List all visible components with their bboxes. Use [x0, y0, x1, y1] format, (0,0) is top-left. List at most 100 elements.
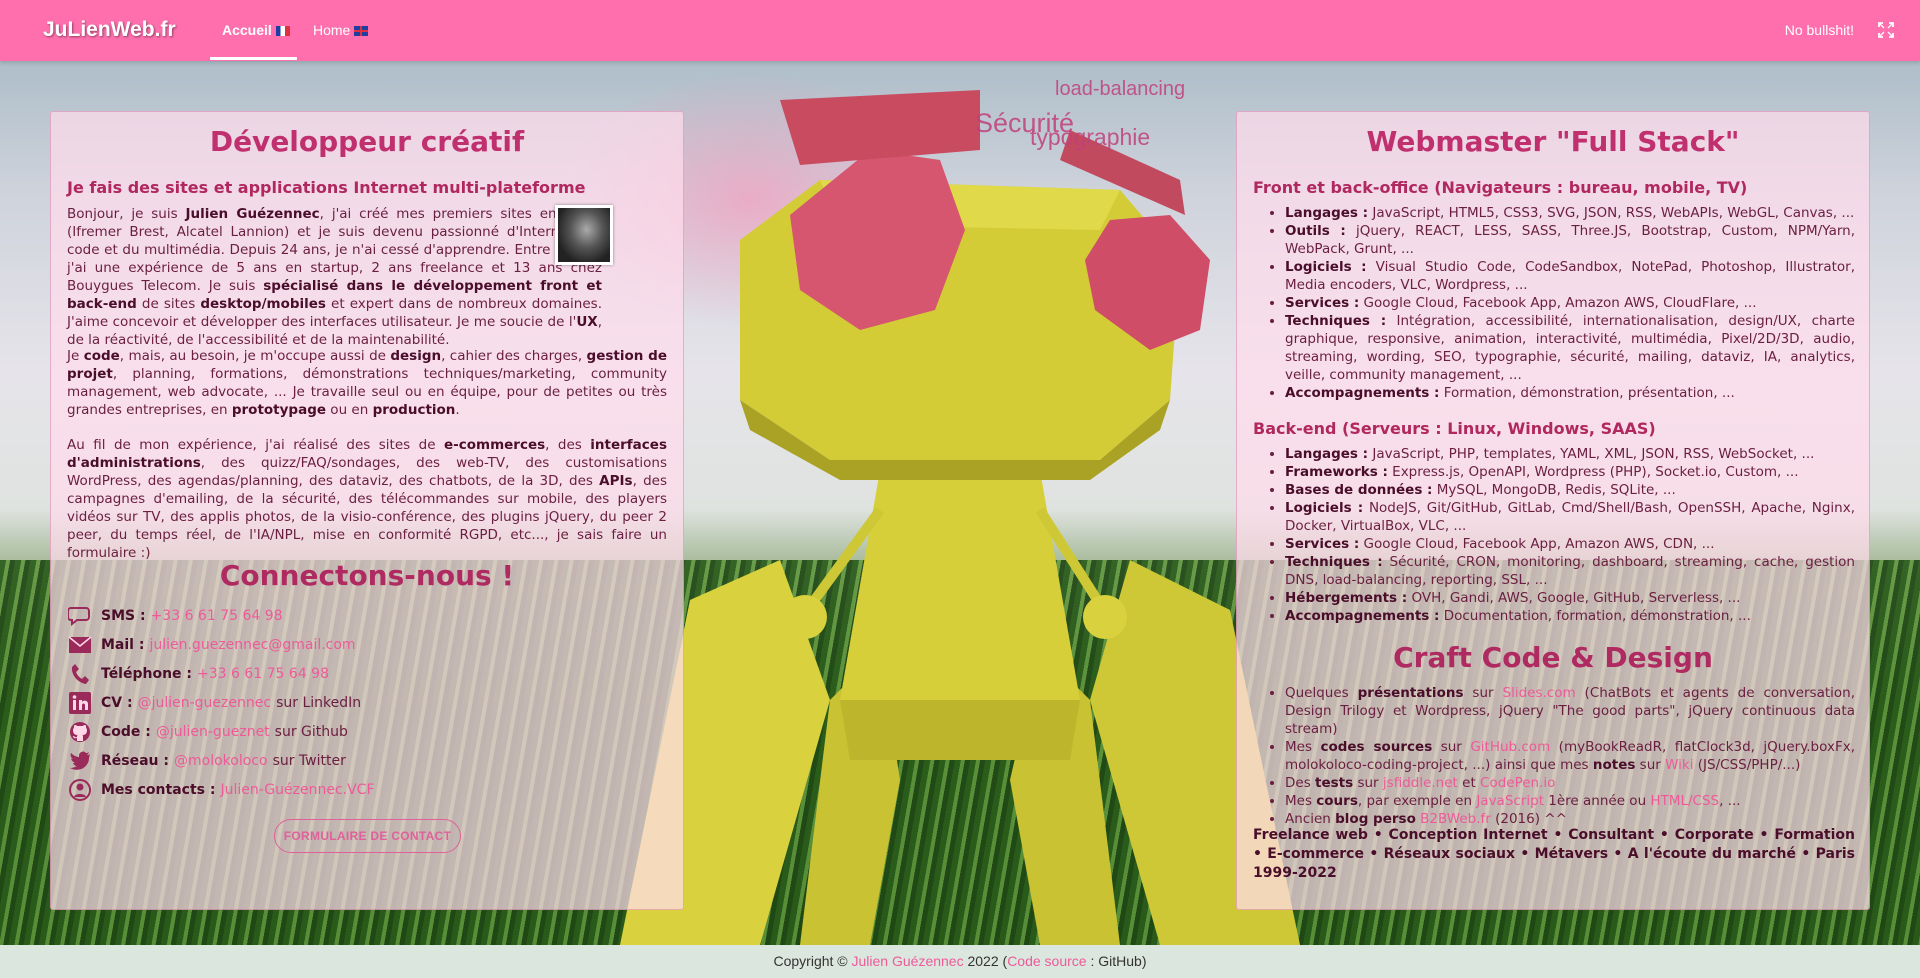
- inline-link[interactable]: Slides.com: [1503, 685, 1576, 701]
- mail-icon: [67, 634, 93, 656]
- contact-form-button[interactable]: FORMULAIRE DE CONTACT: [274, 819, 461, 853]
- contact-link[interactable]: +33 6 61 75 64 98: [197, 666, 329, 682]
- craft-item: Mes codes sources sur GitHub.com (myBook…: [1285, 738, 1855, 774]
- skills-panel: Webmaster "Full Stack" Front et back-off…: [1236, 111, 1870, 910]
- left-panel-title: Développeur créatif: [209, 125, 525, 158]
- skill-values: Google Cloud, Facebook App, Amazon AWS, …: [1359, 295, 1757, 311]
- brand-logo[interactable]: JuLienWeb.fr: [43, 18, 176, 42]
- skill-item: Accompagnements : Documentation, formati…: [1285, 607, 1855, 625]
- contact-label: CV :: [101, 695, 133, 711]
- skill-key: Langages :: [1285, 205, 1369, 221]
- skill-values: Visual Studio Code, CodeSandbox, NotePad…: [1285, 259, 1856, 293]
- inline-link[interactable]: HTML/CSS: [1650, 793, 1719, 809]
- bold-text: APIs: [599, 473, 633, 489]
- contact-label: Code :: [101, 724, 151, 740]
- bold-text: prototypage: [231, 402, 327, 418]
- contact-suffix: sur Twitter: [272, 753, 346, 769]
- contact-row: CV : @julien-guezennec sur LinkedIn: [67, 692, 361, 714]
- author-link[interactable]: Julien Guézennec: [852, 953, 964, 969]
- inline-link[interactable]: Wiki: [1665, 757, 1693, 773]
- text-run: , par exemple en: [1357, 793, 1477, 809]
- skill-item: Techniques : Intégration, accessibilité,…: [1285, 312, 1855, 384]
- bold-text: codes sources: [1320, 739, 1433, 755]
- skill-key: Hébergements :: [1285, 590, 1408, 606]
- craft-item: Des tests sur jsfiddle.net et CodePen.io: [1285, 774, 1855, 792]
- skill-key: Techniques :: [1285, 554, 1383, 570]
- skills-paragraph: Je code, mais, au besoin, je m'occupe au…: [67, 347, 667, 419]
- contact-row: Code : @julien-gueznet sur Github: [67, 721, 348, 743]
- text-run: Je: [67, 348, 84, 364]
- bold-text: desktop/mobiles: [200, 296, 326, 312]
- bold-text: blog perso: [1335, 811, 1416, 827]
- nav-item-home[interactable]: Home: [313, 22, 369, 38]
- contact-link[interactable]: julien.guezennec@gmail.com: [149, 637, 355, 653]
- bold-text: notes: [1592, 757, 1636, 773]
- contact-card-icon: [67, 779, 93, 801]
- craft-item: Quelques présentations sur Slides.com (C…: [1285, 684, 1855, 738]
- bold-text: UX: [576, 314, 598, 330]
- inline-link[interactable]: JavaScript: [1476, 793, 1544, 809]
- bold-text: tests: [1315, 775, 1354, 791]
- skill-values: Formation, démonstration, présentation, …: [1439, 385, 1735, 401]
- inline-link[interactable]: GitHub.com: [1470, 739, 1550, 755]
- nav-item-accueil[interactable]: Accueil: [222, 22, 290, 38]
- contact-link[interactable]: @julien-guezennec: [138, 695, 271, 711]
- inline-link[interactable]: B2BWeb.fr: [1420, 811, 1491, 827]
- text-run: , des: [545, 437, 591, 453]
- text-run: sur: [1353, 775, 1383, 791]
- bold-text: e-commerces: [443, 437, 546, 453]
- floating-word-load-balancing: load-balancing: [1055, 78, 1186, 100]
- skill-values: MySQL, MongoDB, Redis, SQLite, ...: [1432, 482, 1676, 498]
- contact-label: Réseau :: [101, 753, 169, 769]
- nav-item-label: Accueil: [222, 22, 272, 38]
- skill-item: Logiciels : Visual Studio Code, CodeSand…: [1285, 258, 1855, 294]
- phone-icon: [67, 663, 93, 685]
- text-run: .: [455, 402, 460, 418]
- text-run: Quelques: [1285, 685, 1358, 701]
- skill-key: Outils :: [1285, 223, 1346, 239]
- contact-link[interactable]: Julien-Guézennec.VCF: [220, 782, 374, 798]
- source-code-link[interactable]: Code source: [1007, 953, 1086, 969]
- no-bullshit-link[interactable]: No bullshit!: [1785, 22, 1854, 38]
- front-section-title: Front et back-office (Navigateurs : bure…: [1253, 178, 1748, 197]
- contact-link[interactable]: +33 6 61 75 64 98: [151, 608, 283, 624]
- twitter-icon: [67, 750, 93, 772]
- copyright-year: 2022 (: [967, 953, 1008, 969]
- contact-link[interactable]: @molokoloco: [174, 753, 268, 769]
- text-run: 1ère année ou: [1543, 793, 1651, 809]
- bold-text: code: [83, 348, 120, 364]
- text-run: Mes: [1285, 793, 1317, 809]
- linkedin-icon: [67, 692, 93, 714]
- skill-item: Services : Google Cloud, Facebook App, A…: [1285, 294, 1855, 312]
- skill-key: Logiciels :: [1285, 500, 1364, 516]
- inline-link[interactable]: jsfiddle.net: [1383, 775, 1458, 791]
- tagline: Freelance web • Conception Internet • Co…: [1253, 827, 1855, 881]
- text-run: (JS/CSS/PHP/...): [1693, 757, 1801, 773]
- skill-key: Bases de données :: [1285, 482, 1433, 498]
- skill-key: Services :: [1285, 536, 1360, 552]
- skill-values: Express.js, OpenAPI, Wordpress (PHP), So…: [1387, 464, 1799, 480]
- experience-paragraph: Au fil de mon expérience, j'ai réalisé d…: [67, 436, 667, 562]
- skill-key: Frameworks :: [1285, 464, 1388, 480]
- skill-item: Accompagnements : Formation, démonstrati…: [1285, 384, 1855, 402]
- text-run: Ancien: [1285, 811, 1336, 827]
- inline-link[interactable]: CodePen.io: [1480, 775, 1555, 791]
- bold-text: design: [390, 348, 442, 364]
- right-panel-title: Webmaster "Full Stack": [1366, 125, 1740, 158]
- text-run: Mes: [1285, 739, 1321, 755]
- text-run: de sites: [136, 296, 201, 312]
- skill-item: Services : Google Cloud, Facebook App, A…: [1285, 535, 1855, 553]
- bold-text: production: [372, 402, 456, 418]
- nav-active-indicator: [210, 57, 297, 60]
- expand-icon[interactable]: [1878, 22, 1894, 38]
- contact-suffix: sur Github: [274, 724, 348, 740]
- intro-paragraph: Bonjour, je suis Julien Guézennec, j'ai …: [67, 205, 602, 349]
- skill-values: NodeJS, Git/GitHub, GitLab, Cmd/Shell/Ba…: [1285, 500, 1855, 534]
- avatar: [555, 205, 613, 265]
- text-run: Bonjour, je suis: [67, 206, 186, 222]
- text-run: (2016) ^^: [1490, 811, 1567, 827]
- skill-key: Services :: [1285, 295, 1360, 311]
- back-section-title: Back-end (Serveurs : Linux, Windows, SAA…: [1253, 419, 1656, 438]
- contact-link[interactable]: @julien-gueznet: [156, 724, 270, 740]
- contact-row: SMS : +33 6 61 75 64 98: [67, 605, 288, 627]
